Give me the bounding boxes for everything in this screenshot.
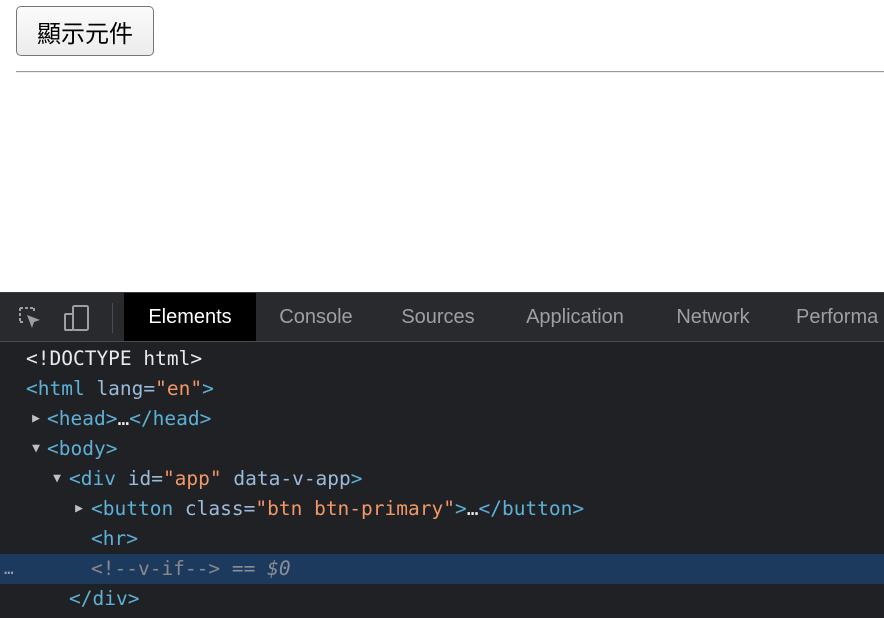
page-divider — [16, 71, 884, 73]
dom-node-doctype[interactable]: <!DOCTYPE html> — [0, 344, 884, 374]
button-close-tag: </button> — [478, 497, 585, 520]
dom-node-button[interactable]: ▶ <button class="btn btn-primary">…</but… — [0, 494, 884, 524]
html-lang-attr: lang= — [84, 377, 156, 400]
button-class-attr: class= — [173, 497, 256, 520]
toolbar-divider — [112, 303, 113, 333]
div-data-v-app-attr: data-v-app — [221, 467, 351, 490]
tab-sources[interactable]: Sources — [384, 293, 492, 341]
hr-tag: <hr> — [91, 527, 138, 550]
button-ellipsis: … — [466, 497, 479, 520]
dom-node-div-app[interactable]: ▼ <div id="app" data-v-app> — [0, 464, 884, 494]
dom-node-div-close[interactable]: </div> — [0, 584, 884, 614]
div-close-tag: </div> — [69, 587, 140, 610]
devtools-panel: Elements Console Sources Application Net… — [0, 292, 884, 618]
collapse-arrow-icon[interactable]: ▼ — [29, 434, 43, 464]
tab-network[interactable]: Network — [658, 293, 768, 341]
button-class-value: "btn btn-primary" — [255, 497, 455, 520]
rendered-page: 顯示元件 — [0, 0, 884, 292]
div-open-tag-end: > — [350, 467, 363, 490]
selected-node-marker: == $0 — [220, 557, 291, 580]
head-open-tag: <head> — [47, 407, 118, 430]
elements-dom-tree: <!DOCTYPE html> <html lang="en"> ▶ <head… — [0, 342, 884, 618]
row-actions-dots[interactable]: … — [4, 554, 14, 584]
expand-arrow-icon[interactable]: ▶ — [72, 494, 86, 524]
collapse-arrow-icon[interactable]: ▼ — [50, 464, 64, 494]
dom-node-comment-selected[interactable]: … <!--v-if--> == $0 — [0, 554, 884, 584]
device-toolbar-icon[interactable] — [63, 304, 91, 332]
button-open-tag-end: > — [454, 497, 467, 520]
tab-elements[interactable]: Elements — [124, 293, 256, 341]
tab-application[interactable]: Application — [506, 293, 644, 341]
dom-node-body[interactable]: ▼ <body> — [0, 434, 884, 464]
head-close-tag: </head> — [129, 407, 212, 430]
show-component-button[interactable]: 顯示元件 — [16, 6, 154, 56]
devtools-toolbar: Elements Console Sources Application Net… — [0, 293, 884, 342]
body-open-tag: <body> — [47, 437, 118, 460]
dom-node-hr[interactable]: <hr> — [0, 524, 884, 554]
button-open-tag: <button — [91, 497, 174, 520]
expand-arrow-icon[interactable]: ▶ — [29, 404, 43, 434]
tab-console[interactable]: Console — [262, 293, 370, 341]
html-lang-value: "en" — [155, 377, 203, 400]
browser-viewport: 顯示元件 Elements Console Sources Applicatio — [0, 0, 884, 618]
div-open-tag: <div — [69, 467, 116, 490]
html-tag: <html — [26, 377, 85, 400]
head-ellipsis: … — [117, 407, 130, 430]
doctype-text: <!DOCTYPE html> — [26, 347, 203, 370]
html-tag-end: > — [202, 377, 214, 400]
dom-node-html[interactable]: <html lang="en"> — [0, 374, 884, 404]
dom-node-head[interactable]: ▶ <head>…</head> — [0, 404, 884, 434]
inspect-element-icon[interactable] — [16, 304, 44, 332]
v-if-comment: <!--v-if--> — [91, 557, 221, 580]
tab-performance[interactable]: Performa — [782, 293, 884, 341]
div-id-attr: id= — [115, 467, 163, 490]
div-id-value: "app" — [162, 467, 222, 490]
